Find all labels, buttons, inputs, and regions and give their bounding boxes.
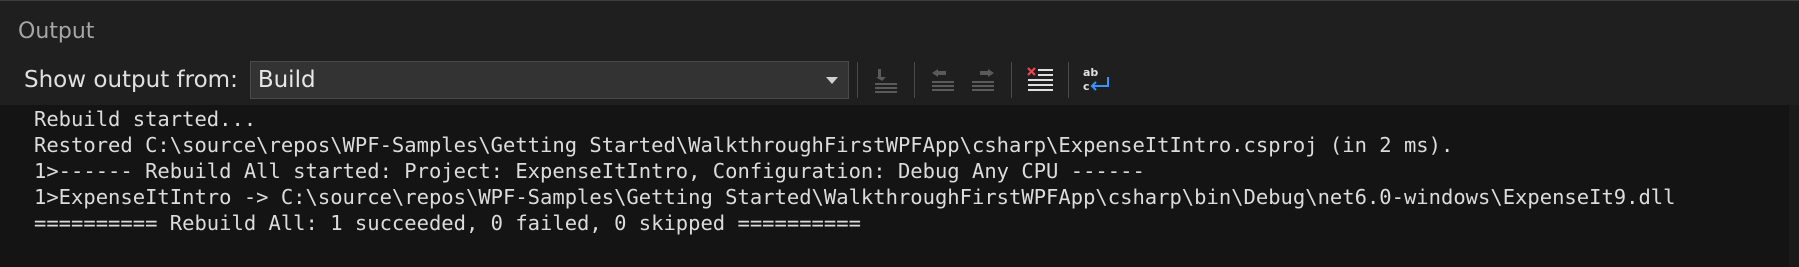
output-source-dropdown[interactable]: Build (249, 61, 849, 99)
toolbar-separator (1010, 62, 1012, 98)
log-line: ========== Rebuild All: 1 succeeded, 0 f… (34, 211, 861, 235)
next-message-button[interactable] (963, 60, 1003, 100)
clear-all-button[interactable] (1020, 60, 1060, 100)
go-to-line-icon (874, 69, 897, 93)
go-to-current-line-button[interactable] (866, 60, 906, 100)
toggle-word-wrap-button[interactable]: ab c (1077, 60, 1117, 100)
log-scrollbar[interactable] (1789, 105, 1799, 267)
toolbar-separator (1067, 62, 1069, 98)
output-source-value: Build (257, 67, 316, 93)
next-message-icon (971, 69, 994, 91)
output-panel: Output Show output from: Build ab c Rebu… (0, 0, 1799, 267)
panel-title: Output (18, 19, 95, 44)
output-toolbar: Show output from: Build ab c (0, 57, 1799, 103)
show-output-from-label: Show output from: (24, 67, 238, 93)
previous-message-button[interactable] (923, 60, 963, 100)
word-wrap-icon: ab c (1083, 66, 1109, 93)
toolbar-separator (913, 62, 915, 98)
previous-message-icon (931, 69, 954, 91)
chevron-down-icon (825, 76, 838, 84)
toolbar-separator (856, 62, 858, 98)
clear-all-icon (1027, 67, 1053, 91)
svg-text:ab: ab (1083, 66, 1098, 79)
svg-text:c: c (1083, 80, 1090, 93)
output-log[interactable]: Rebuild started... Restored C:\source\re… (0, 105, 1799, 267)
